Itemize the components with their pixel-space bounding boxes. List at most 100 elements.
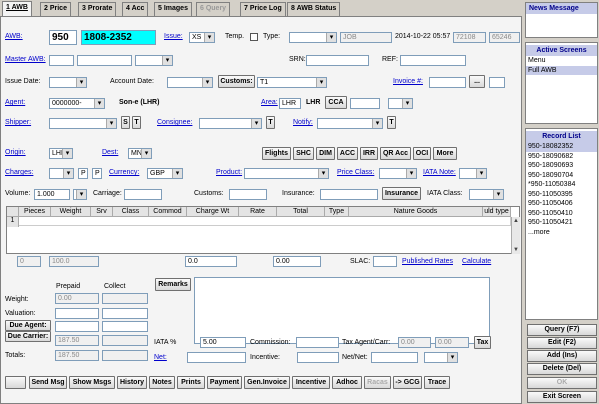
tax-carrier-field[interactable]: 0.00: [435, 337, 469, 348]
temp-checkbox[interactable]: [250, 33, 258, 41]
published-rates-link[interactable]: Published Rates: [402, 257, 453, 267]
show-msgs-button[interactable]: Show Msgs: [69, 376, 115, 389]
net-field[interactable]: [187, 352, 246, 363]
list-item[interactable]: Full AWB: [526, 65, 597, 75]
due-agent-button[interactable]: Due Agent:: [5, 320, 51, 331]
due-agent-collect-field[interactable]: [102, 321, 148, 332]
master-awb-label[interactable]: Master AWB:: [5, 55, 46, 65]
iata-class-select[interactable]: [469, 189, 504, 200]
tab-price[interactable]: 2 Price: [40, 2, 71, 16]
charges-p2-field[interactable]: P: [92, 168, 102, 179]
rates-grid[interactable]: Pieces Weight Srv Class Commod Charge Wt…: [6, 206, 520, 254]
notify-label[interactable]: Notify:: [293, 118, 313, 128]
exit-screen-button[interactable]: Exit Screen: [527, 391, 597, 403]
volume-field[interactable]: 1.000: [34, 189, 70, 200]
calculate-link[interactable]: Calculate: [462, 257, 491, 267]
grid-header-nature-goods[interactable]: Nature Goods: [349, 207, 483, 217]
charges-p1-field[interactable]: P: [78, 168, 88, 179]
customs-button[interactable]: Customs:: [218, 75, 255, 88]
due-carrier-button[interactable]: Due Carrier:: [5, 331, 51, 342]
cca-field[interactable]: [350, 98, 380, 109]
list-item[interactable]: 950-18082352: [526, 142, 597, 152]
consignee-t-button[interactable]: T: [266, 116, 275, 129]
invoice-browse-button[interactable]: ...: [469, 75, 485, 88]
dest-select[interactable]: MNL: [128, 148, 152, 159]
price-class-label[interactable]: Price Class:: [337, 168, 374, 178]
qr-acc-button[interactable]: QR Acc: [380, 147, 411, 160]
unit-select[interactable]: Kg: [73, 189, 87, 200]
cca-select[interactable]: [388, 98, 413, 109]
tax-agent-field[interactable]: 0.00: [398, 337, 431, 348]
list-item[interactable]: 950-18090693: [526, 161, 597, 171]
net-label[interactable]: Net:: [154, 353, 167, 363]
notes-button[interactable]: Notes: [149, 376, 175, 389]
list-item[interactable]: Menu: [526, 56, 597, 66]
scroll-up-icon[interactable]: ▲: [512, 217, 520, 225]
job-field[interactable]: JOB: [340, 32, 392, 43]
grid-header-total[interactable]: Total: [277, 207, 325, 217]
list-item[interactable]: 950-18090704: [526, 171, 597, 181]
trace-button[interactable]: Trace: [424, 376, 450, 389]
account-date-select[interactable]: [167, 77, 213, 88]
awb-label[interactable]: AWB:: [5, 32, 23, 42]
valuation-collect-field[interactable]: [102, 308, 148, 319]
irr-button[interactable]: IRR: [360, 147, 378, 160]
grid-header-uld-type[interactable]: uld type: [483, 207, 511, 217]
issue-select[interactable]: XS: [189, 32, 215, 43]
awb-number-field[interactable]: 1808-2352: [81, 30, 156, 45]
agent-label[interactable]: Agent:: [5, 98, 25, 108]
flights-button[interactable]: Flights: [262, 147, 291, 160]
net-net-field[interactable]: [371, 352, 418, 363]
awb-prefix-field[interactable]: 950: [49, 30, 77, 45]
grid-header-weight[interactable]: Weight: [51, 207, 91, 217]
area-field[interactable]: LHR: [279, 98, 301, 109]
incentive-field[interactable]: [297, 352, 339, 363]
iata-note-label[interactable]: IATA Note:: [423, 168, 456, 178]
tab-acc[interactable]: 4 Acc: [122, 2, 149, 16]
list-item[interactable]: 950-11050421: [526, 218, 597, 228]
history-button[interactable]: History: [117, 376, 147, 389]
type-select[interactable]: [289, 32, 337, 43]
gcg-button[interactable]: -> GCG: [393, 376, 422, 389]
master-awb-prefix[interactable]: [49, 55, 74, 66]
query-button[interactable]: Query (F7): [527, 324, 597, 336]
prints-button[interactable]: Prints: [177, 376, 205, 389]
grid-header-charge-wt[interactable]: Charge Wt: [187, 207, 239, 217]
grid-header-commod[interactable]: Commod: [149, 207, 187, 217]
send-msg-button[interactable]: Send Msg: [29, 376, 67, 389]
net-net-select[interactable]: [424, 352, 458, 363]
list-item[interactable]: 950-11050410: [526, 209, 597, 219]
oci-button[interactable]: OCI: [413, 147, 431, 160]
insurance-field[interactable]: [320, 189, 378, 200]
grid-header-pieces[interactable]: Pieces: [19, 207, 51, 217]
invoice-label[interactable]: Invoice #:: [393, 77, 423, 87]
shipper-label[interactable]: Shipper:: [5, 118, 31, 128]
edit-button[interactable]: Edit (F2): [527, 337, 597, 349]
shc-button[interactable]: SHC: [293, 147, 314, 160]
tab-awb-status[interactable]: 8 AWB Status: [287, 2, 341, 16]
cca-button[interactable]: CCA: [325, 96, 347, 109]
issue-date-select[interactable]: [49, 77, 87, 88]
table-row[interactable]: [19, 217, 511, 226]
customs-select[interactable]: T1: [257, 77, 327, 88]
carriage-field[interactable]: [124, 189, 162, 200]
remarks-button[interactable]: Remarks: [155, 278, 191, 291]
scroll-down-icon[interactable]: ▼: [512, 246, 520, 254]
customs-value-field[interactable]: [229, 189, 267, 200]
slac-field[interactable]: [373, 256, 397, 267]
tax-button[interactable]: Tax: [474, 336, 491, 349]
remarks-textarea[interactable]: [194, 277, 490, 344]
tab-prorate[interactable]: 3 Prorate: [78, 2, 117, 16]
area-label[interactable]: Area:: [261, 98, 278, 108]
grid-row-number[interactable]: 1: [7, 217, 19, 227]
acc-button[interactable]: ACC: [337, 147, 358, 160]
blank-button[interactable]: [5, 376, 26, 389]
notify-t-button[interactable]: T: [387, 116, 396, 129]
add-button[interactable]: Add (Ins): [527, 350, 597, 362]
iata-percent-field[interactable]: 5.00: [200, 337, 246, 348]
charges-label[interactable]: Charges:: [5, 168, 33, 178]
dest-label[interactable]: Dest:: [102, 148, 118, 158]
list-item[interactable]: 950-11050395: [526, 190, 597, 200]
origin-label[interactable]: Origin:: [5, 148, 26, 158]
commission-field[interactable]: [296, 337, 339, 348]
